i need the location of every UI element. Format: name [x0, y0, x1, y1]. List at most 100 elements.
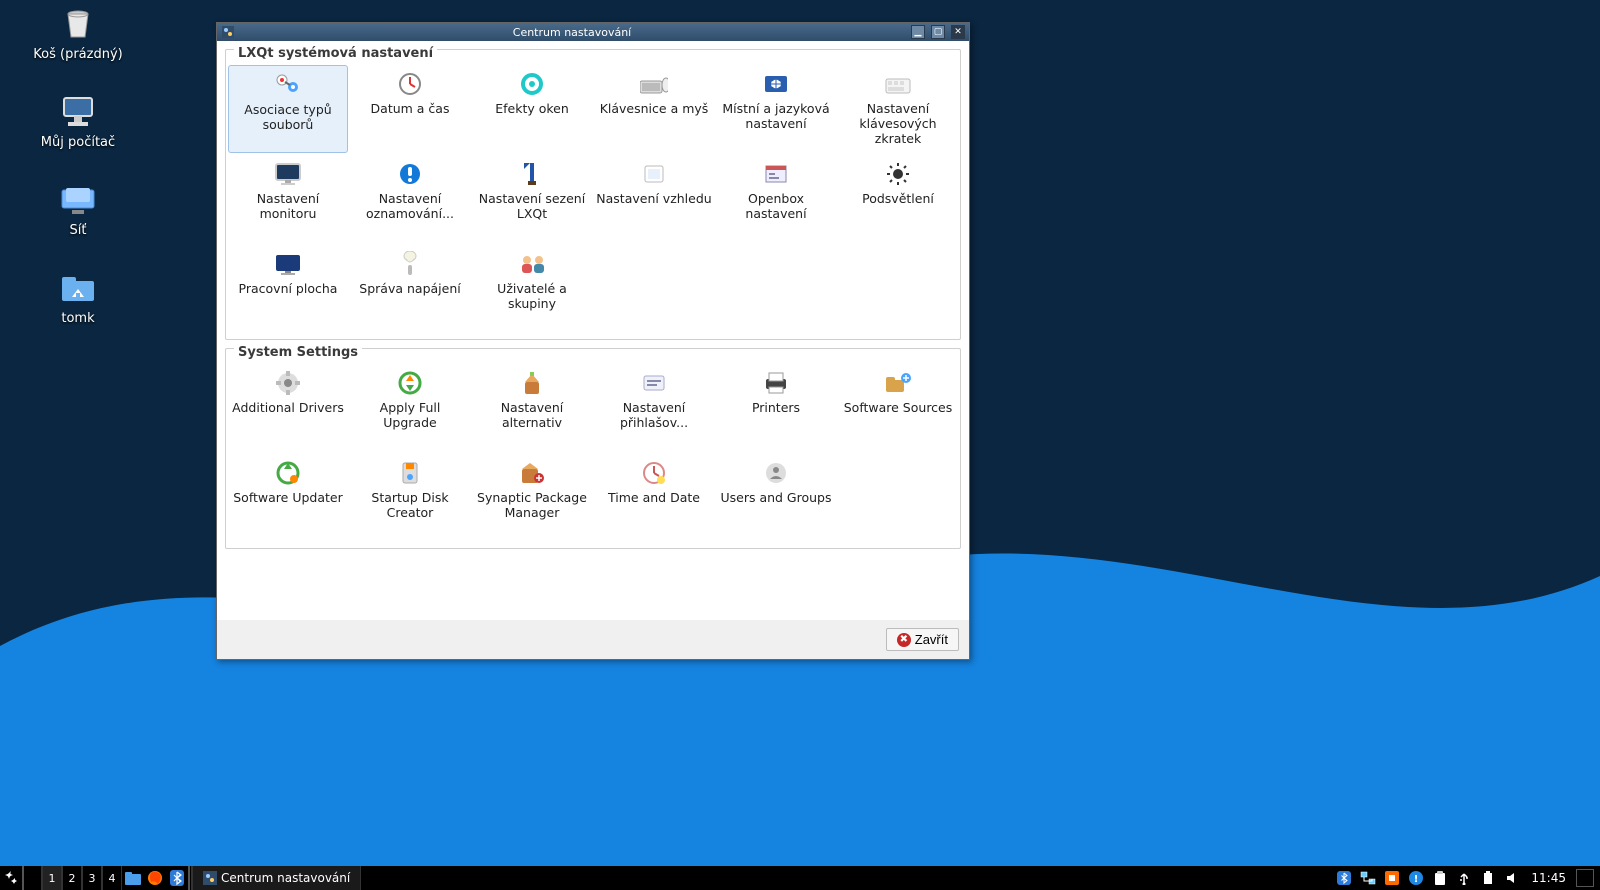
group-label: System Settings	[234, 345, 362, 360]
settings-item-label: Nastavení vzhledu	[596, 191, 711, 206]
taskbar-task-settings[interactable]: Centrum nastavování	[192, 866, 361, 890]
desktop-icon-label: Můj počítač	[41, 135, 115, 150]
settings-item-power[interactable]: Správa napájení	[350, 245, 470, 333]
openbox-icon	[762, 161, 790, 187]
close-button-label: Zavřít	[915, 632, 948, 647]
bluetooth-icon	[1337, 871, 1351, 885]
settings-item-software-sources[interactable]: Software Sources	[838, 364, 958, 452]
taskbar-left: 1 2 3 4	[0, 866, 361, 890]
settings-item-win-effects[interactable]: Efekty oken	[472, 65, 592, 153]
settings-item-synaptic[interactable]: Synaptic Package Manager	[472, 454, 592, 542]
monitor-icon	[274, 161, 302, 187]
tray-bluetooth[interactable]	[1335, 869, 1353, 887]
settings-item-time-date[interactable]: Time and Date	[594, 454, 714, 542]
tray-battery[interactable]	[1479, 869, 1497, 887]
quicklaunch-files[interactable]	[122, 866, 144, 890]
settings-item-full-upgrade[interactable]: Apply Full Upgrade	[350, 364, 470, 452]
notifications-icon	[396, 161, 424, 187]
show-desktop-button[interactable]	[1576, 869, 1594, 887]
workspace-button-4[interactable]: 4	[102, 866, 122, 890]
settings-item-label: Nastavení klávesových zkratek	[840, 101, 956, 146]
settings-item-desktop[interactable]: Pracovní plocha	[228, 245, 348, 333]
file-manager-icon	[125, 871, 141, 885]
window-maximize-button[interactable]: ▢	[931, 25, 945, 39]
settings-item-software-updater[interactable]: Software Updater	[228, 454, 348, 542]
synaptic-icon	[518, 460, 546, 486]
tray-info[interactable]: !	[1407, 869, 1425, 887]
window-minimize-button[interactable]: ▁	[911, 25, 925, 39]
settings-item-label: Apply Full Upgrade	[352, 400, 468, 430]
clipboard-icon	[1434, 871, 1446, 885]
settings-center-icon	[203, 871, 217, 885]
settings-item-notifications[interactable]: Nastavení oznamování...	[350, 155, 470, 243]
users-groups-icon	[518, 251, 546, 277]
settings-item-label: Startup Disk Creator	[352, 490, 468, 520]
start-menu-button[interactable]	[0, 866, 22, 890]
quicklaunch-browser[interactable]	[144, 866, 166, 890]
tray-network[interactable]	[1359, 869, 1377, 887]
backlight-icon	[884, 161, 912, 187]
settings-item-appearance[interactable]: Nastavení vzhledu	[594, 155, 714, 243]
settings-item-label: Podsvětlení	[862, 191, 934, 206]
settings-item-label: Nastavení monitoru	[230, 191, 346, 221]
settings-item-label: Klávesnice a myš	[600, 101, 709, 116]
settings-item-monitor[interactable]: Nastavení monitoru	[228, 155, 348, 243]
settings-item-label: Software Sources	[844, 400, 953, 415]
settings-item-session[interactable]: Nastavení sezení LXQt	[472, 155, 592, 243]
settings-item-backlight[interactable]: Podsvětlení	[838, 155, 958, 243]
quicklaunch-bluetooth[interactable]	[166, 866, 188, 890]
settings-item-label: Pracovní plocha	[239, 281, 338, 296]
settings-item-login-settings[interactable]: Nastavení přihlašov...	[594, 364, 714, 452]
desktop-icon-computer[interactable]: Můj počítač	[18, 94, 138, 150]
settings-grid-1: Asociace typů souborůDatum a časEfekty o…	[228, 65, 958, 333]
settings-item-label: Software Updater	[233, 490, 343, 505]
settings-item-users-groups[interactable]: Uživatelé a skupiny	[472, 245, 592, 333]
settings-item-date-time[interactable]: Datum a čas	[350, 65, 470, 153]
desktop-icon	[274, 251, 302, 277]
desktop: Koš (prázdný) Můj počítač Síť tomk	[0, 0, 1600, 890]
settings-item-openbox[interactable]: Openbox nastavení	[716, 155, 836, 243]
settings-item-label: Místní a jazyková nastavení	[718, 101, 834, 131]
workspace-button-3[interactable]: 3	[82, 866, 102, 890]
tray-volume[interactable]	[1503, 869, 1521, 887]
taskbar-clock[interactable]: 11:45	[1527, 871, 1570, 885]
window-titlebar[interactable]: Centrum nastavování ▁ ▢ ✕	[217, 23, 969, 41]
close-dialog-button[interactable]: ✖ Zavřít	[886, 628, 959, 651]
tray-removable[interactable]	[1455, 869, 1473, 887]
workspace-button-2[interactable]: 2	[62, 866, 82, 890]
desktop-icon-trash[interactable]: Koš (prázdný)	[18, 6, 138, 62]
desktop-icon-home[interactable]: tomk	[18, 270, 138, 326]
workspace-button-1[interactable]: 1	[42, 866, 62, 890]
software-sources-icon	[884, 370, 912, 396]
trash-icon	[56, 6, 100, 42]
settings-item-additional-drivers[interactable]: Additional Drivers	[228, 364, 348, 452]
settings-item-locale[interactable]: Místní a jazyková nastavení	[716, 65, 836, 153]
tray-clipboard[interactable]	[1431, 869, 1449, 887]
desktop-icon-label: Koš (prázdný)	[33, 47, 122, 62]
settings-item-label: Users and Groups	[720, 490, 831, 505]
date-time-icon	[396, 71, 424, 97]
settings-item-label: Additional Drivers	[232, 400, 344, 415]
desktop-icon-network[interactable]: Síť	[18, 182, 138, 238]
desktop-icon-label: Síť	[70, 223, 87, 238]
window-close-button[interactable]: ✕	[951, 25, 965, 39]
users-groups-sys-icon	[762, 460, 790, 486]
printers-icon	[762, 370, 790, 396]
startup-disk-icon	[396, 460, 424, 486]
tray-updates[interactable]	[1383, 869, 1401, 887]
settings-item-file-assoc[interactable]: Asociace typů souborů	[228, 65, 348, 153]
settings-item-label: Asociace typů souborů	[231, 102, 345, 132]
settings-item-shortcuts[interactable]: Nastavení klávesových zkratek	[838, 65, 958, 153]
software-updater-icon	[274, 460, 302, 486]
network-icon	[56, 182, 100, 218]
settings-item-printers[interactable]: Printers	[716, 364, 836, 452]
info-icon: !	[1409, 871, 1423, 885]
settings-item-kb-mouse[interactable]: Klávesnice a myš	[594, 65, 714, 153]
time-date-icon	[640, 460, 668, 486]
window-settings-center: Centrum nastavování ▁ ▢ ✕ LXQt systémová…	[216, 22, 970, 660]
full-upgrade-icon	[396, 370, 424, 396]
settings-item-users-groups-sys[interactable]: Users and Groups	[716, 454, 836, 542]
settings-item-startup-disk[interactable]: Startup Disk Creator	[350, 454, 470, 542]
settings-item-alternatives[interactable]: Nastavení alternativ	[472, 364, 592, 452]
updates-icon	[1385, 871, 1399, 885]
